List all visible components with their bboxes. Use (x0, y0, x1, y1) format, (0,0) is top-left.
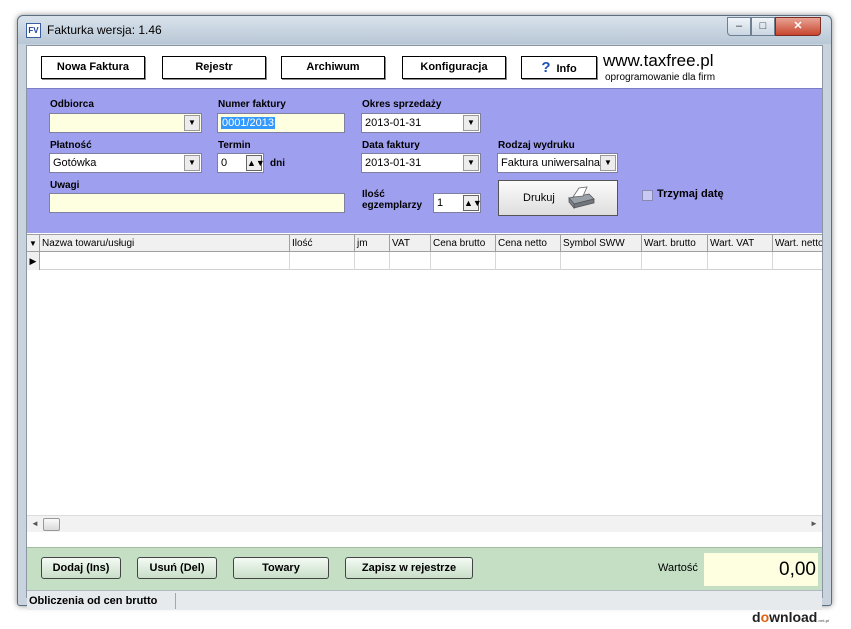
info-label: Info (556, 63, 577, 75)
invoice-date-picker[interactable]: 2013-01-31 ▼ (361, 153, 481, 173)
term-spinner[interactable]: 0 ▲▼ (217, 153, 264, 173)
maximize-button[interactable]: □ (751, 17, 775, 36)
table-cell[interactable] (431, 252, 496, 270)
config-button[interactable]: Konfiguracja (402, 56, 506, 79)
spin-arrows-icon[interactable]: ▲▼ (463, 195, 480, 211)
keep-date-label: Trzymaj datę (657, 188, 724, 200)
column-header[interactable]: Cena netto (496, 235, 561, 252)
column-header[interactable]: Wart. netto (773, 235, 822, 252)
table-cell[interactable] (561, 252, 642, 270)
delete-item-button[interactable]: Usuń (Del) (137, 557, 217, 579)
status-bar: Obliczenia od cen brutto (27, 590, 822, 610)
table-cell[interactable] (773, 252, 822, 270)
recipient-label: Odbiorca (50, 99, 94, 110)
items-grid: ▼ Nazwa towaru/usługi Ilość jm VAT Cena … (27, 234, 822, 534)
sale-period-picker[interactable]: 2013-01-31 ▼ (361, 113, 481, 133)
invoice-number-label: Numer faktury (218, 99, 286, 110)
payment-select[interactable]: Gotówka ▼ (49, 153, 202, 173)
app-icon: FV (26, 23, 41, 38)
chevron-down-icon[interactable]: ▼ (600, 155, 616, 171)
keep-date-checkbox[interactable] (642, 190, 653, 201)
scroll-left-icon[interactable]: ◄ (29, 518, 41, 530)
chevron-down-icon[interactable]: ▼ (463, 155, 479, 171)
invoice-form: Odbiorca ▼ Numer faktury 0001/2013 Okres… (27, 88, 822, 233)
invoice-date-label: Data faktury (362, 140, 420, 151)
goods-button[interactable]: Towary (233, 557, 329, 579)
copies-label-line2: egzemplarzy (362, 200, 423, 211)
archive-button[interactable]: Archiwum (281, 56, 385, 79)
column-header[interactable]: Wart. brutto (642, 235, 708, 252)
current-row-arrow-icon: ▶ (27, 252, 40, 270)
download-watermark: download.net.pl (752, 609, 830, 625)
status-text: Obliczenia od cen brutto (29, 593, 176, 609)
column-header[interactable]: Ilość (290, 235, 355, 252)
table-row[interactable]: ▶ (27, 252, 822, 270)
table-cell[interactable] (708, 252, 773, 270)
notes-label: Uwagi (50, 180, 80, 191)
copies-spinner[interactable]: 1 ▲▼ (433, 193, 481, 213)
print-type-label: Rodzaj wydruku (498, 140, 575, 151)
scroll-right-icon[interactable]: ► (808, 518, 820, 530)
invoice-number-input[interactable]: 0001/2013 (217, 113, 345, 133)
total-value-label: Wartość (658, 562, 698, 574)
new-invoice-button[interactable]: Nowa Faktura (41, 56, 145, 79)
window-title: Fakturka wersja: 1.46 (47, 23, 162, 37)
table-cell[interactable] (496, 252, 561, 270)
brand-url: www.taxfree.pl (603, 51, 714, 70)
column-header[interactable]: Cena brutto (431, 235, 496, 252)
title-bar[interactable]: FV Fakturka wersja: 1.46 – □ ✕ (18, 16, 831, 44)
chevron-down-icon[interactable]: ▼ (463, 115, 479, 131)
toolbar: Nowa Faktura Rejestr Archiwum Konfigurac… (27, 46, 822, 86)
help-icon: ? (541, 59, 551, 76)
spin-arrows-icon[interactable]: ▲▼ (246, 155, 263, 171)
notes-input[interactable] (49, 193, 345, 213)
bottom-panel: Dodaj (Ins) Usuń (Del) Towary Zapisz w r… (27, 547, 822, 591)
column-header[interactable]: Symbol SWW (561, 235, 642, 252)
print-type-select[interactable]: Faktura uniwersalna ▼ (497, 153, 618, 173)
client-area: Nowa Faktura Rejestr Archiwum Konfigurac… (26, 45, 823, 610)
table-cell[interactable] (290, 252, 355, 270)
add-item-button[interactable]: Dodaj (Ins) (41, 557, 121, 579)
printer-icon (568, 186, 595, 210)
copies-label-line1: Ilość (362, 189, 385, 200)
term-label: Termin (218, 140, 251, 151)
brand-tagline: oprogramowanie dla firm (605, 72, 716, 83)
recipient-select[interactable]: ▼ (49, 113, 202, 133)
register-button[interactable]: Rejestr (162, 56, 266, 79)
horizontal-scrollbar[interactable]: ◄ ► (27, 515, 822, 532)
minimize-button[interactable]: – (727, 17, 751, 36)
table-cell[interactable] (40, 252, 290, 270)
column-header[interactable]: VAT (390, 235, 431, 252)
column-header[interactable]: Wart. VAT (708, 235, 773, 252)
payment-label: Płatność (50, 140, 92, 151)
scroll-thumb[interactable] (43, 518, 60, 531)
info-button[interactable]: ? Info (521, 56, 597, 79)
sale-period-label: Okres sprzedaży (362, 99, 442, 110)
header-corner[interactable]: ▼ (27, 235, 40, 252)
chevron-down-icon[interactable]: ▼ (184, 155, 200, 171)
save-to-register-button[interactable]: Zapisz w rejestrze (345, 557, 473, 579)
grid-header: ▼ Nazwa towaru/usługi Ilość jm VAT Cena … (27, 234, 822, 252)
print-button-label: Drukuj (523, 192, 555, 204)
column-header[interactable]: jm (355, 235, 390, 252)
column-header[interactable]: Nazwa towaru/usługi (40, 235, 290, 252)
total-value: 0,00 (704, 553, 818, 586)
close-button[interactable]: ✕ (775, 17, 821, 36)
table-cell[interactable] (355, 252, 390, 270)
app-window: FV Fakturka wersja: 1.46 – □ ✕ Nowa Fakt… (17, 15, 832, 610)
term-unit: dni (270, 158, 285, 169)
table-cell[interactable] (390, 252, 431, 270)
chevron-down-icon[interactable]: ▼ (184, 115, 200, 131)
table-cell[interactable] (642, 252, 708, 270)
print-button[interactable]: Drukuj (498, 180, 618, 216)
